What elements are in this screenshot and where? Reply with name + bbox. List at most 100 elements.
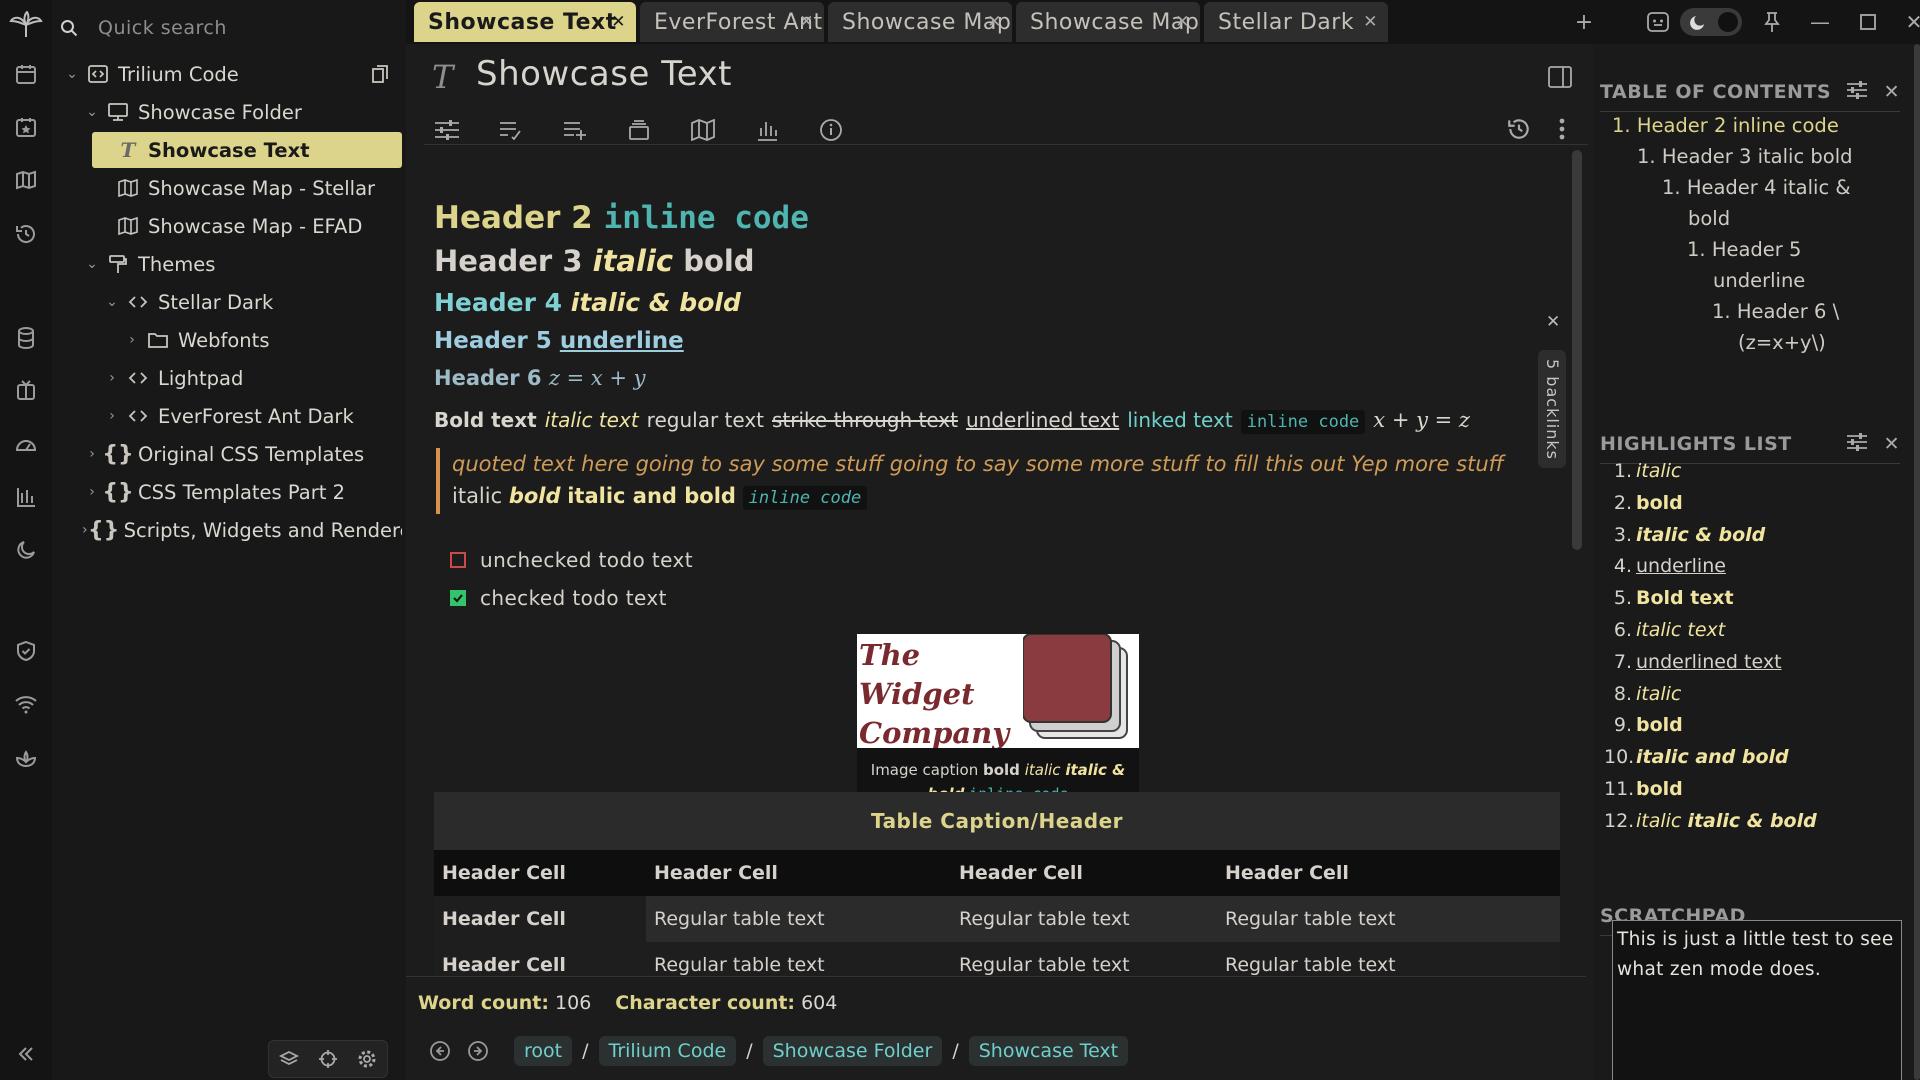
sliders-icon[interactable] <box>1846 80 1868 103</box>
chevron-down-icon[interactable]: ⌄ <box>82 104 102 120</box>
close-icon[interactable]: ✕ <box>611 12 626 32</box>
toc-item[interactable]: 1. Header 3 italic bold <box>1637 141 1853 172</box>
zen-mode-icon[interactable] <box>1642 6 1674 38</box>
tab-showcase-text[interactable]: Showcase Text ✕ <box>414 2 636 42</box>
close-icon[interactable]: ✕ <box>987 12 1002 32</box>
checkbox[interactable] <box>450 552 466 568</box>
toc-item[interactable]: 1. Header 6 \ (z=x+y\) <box>1712 296 1839 358</box>
close-icon[interactable]: ✕ <box>1884 81 1900 103</box>
image-figure[interactable]: The Widget Company Image caption bold it… <box>857 634 1139 818</box>
layers-icon[interactable] <box>278 1049 299 1069</box>
highlight-item[interactable]: 9. bold <box>1604 714 1683 736</box>
tree-item-original-css[interactable]: › {} Original CSS Templates <box>82 436 402 472</box>
note-title[interactable]: Showcase Text <box>476 54 732 94</box>
more-options-icon[interactable] <box>1558 116 1566 142</box>
history-icon[interactable] <box>12 220 40 248</box>
book-open-icon[interactable] <box>12 377 40 405</box>
tree-item-showcase-folder[interactable]: ⌄ Showcase Folder <box>82 94 402 130</box>
chevron-down-icon[interactable]: ⌄ <box>102 294 122 310</box>
scrollbar[interactable] <box>1914 44 1920 1080</box>
breadcrumb-root[interactable]: root <box>514 1036 573 1066</box>
scrollbar[interactable] <box>1572 150 1582 550</box>
tab-everforest[interactable]: EverForest Ant ✕ <box>640 2 824 42</box>
theme-toggle[interactable] <box>1678 6 1744 38</box>
note-content[interactable]: Header 2 inline code Header 3 italic bol… <box>406 146 1586 976</box>
tab-showcase-map-2[interactable]: Showcase Map ✕ <box>1016 2 1200 42</box>
chevron-right-icon[interactable]: › <box>82 446 102 462</box>
chevron-right-icon[interactable]: › <box>82 522 88 538</box>
tree-item-webfonts[interactable]: › Webfonts <box>122 322 402 358</box>
tree-item-stellar-dark[interactable]: ⌄ Stellar Dark <box>102 284 402 320</box>
tree-item-css-part-2[interactable]: › {} CSS Templates Part 2 <box>82 474 402 510</box>
window-close-icon[interactable]: ✕ <box>1898 6 1920 38</box>
lotus-icon[interactable] <box>12 744 40 772</box>
back-icon[interactable] <box>426 1037 454 1065</box>
gauge-icon[interactable] <box>12 430 40 458</box>
chevron-right-icon[interactable]: › <box>122 332 142 348</box>
backlinks-badge[interactable]: 5 backlinks <box>1538 350 1566 468</box>
highlight-item[interactable]: 11.bold <box>1604 778 1683 800</box>
chevron-right-icon[interactable]: › <box>102 408 122 424</box>
highlight-item[interactable]: 3. italic & bold <box>1604 524 1765 546</box>
tree-item-lightpad[interactable]: › Lightpad <box>102 360 402 396</box>
tab-stellar-dark[interactable]: Stellar Dark ✕ <box>1204 2 1388 42</box>
map-icon[interactable] <box>686 113 720 147</box>
chevron-right-icon[interactable]: › <box>82 484 102 500</box>
breadcrumb-showcase-folder[interactable]: Showcase Folder <box>762 1036 943 1066</box>
info-icon[interactable] <box>814 113 848 147</box>
database-icon[interactable] <box>12 324 40 352</box>
toc-item[interactable]: 1. Header 4 italic & bold <box>1662 172 1851 234</box>
highlight-item[interactable]: 1. italic <box>1604 460 1682 482</box>
map-icon[interactable] <box>12 166 40 194</box>
highlight-item[interactable]: 7. underlined text <box>1604 651 1782 673</box>
close-icon[interactable]: ✕ <box>1363 12 1378 32</box>
link[interactable]: linked text <box>1127 408 1233 432</box>
chevron-down-icon[interactable]: ⌄ <box>62 66 82 82</box>
collapse-sidebar-icon[interactable] <box>12 1040 40 1068</box>
calendar-icon[interactable] <box>12 60 40 88</box>
tree-item-trilium-code[interactable]: ⌄ Trilium Code <box>62 56 402 92</box>
breadcrumb-showcase-text[interactable]: Showcase Text <box>968 1036 1129 1066</box>
highlight-item[interactable]: 2. bold <box>1604 492 1683 514</box>
sliders-icon[interactable] <box>430 113 464 147</box>
toc-item[interactable]: 1. Header 2 inline code <box>1612 110 1839 141</box>
highlight-item[interactable]: 5. Bold text <box>1604 587 1734 609</box>
chevron-right-icon[interactable]: › <box>102 370 122 386</box>
copy-icon[interactable] <box>372 65 388 83</box>
pin-icon[interactable] <box>1756 6 1788 38</box>
chevron-down-icon[interactable]: ⌄ <box>82 256 102 272</box>
wifi-icon[interactable] <box>12 690 40 718</box>
search-placeholder[interactable]: Quick search <box>98 17 227 39</box>
crosshair-icon[interactable] <box>318 1049 338 1069</box>
scratchpad-textarea[interactable]: This is just a little test to see what z… <box>1612 920 1902 1080</box>
bar-chart-icon[interactable] <box>750 113 784 147</box>
trilium-logo-icon[interactable] <box>8 8 44 44</box>
highlight-item[interactable]: 6. italic text <box>1604 619 1725 641</box>
toggle-right-pane-icon[interactable] <box>1548 66 1572 88</box>
tab-showcase-map-1[interactable]: Showcase Map - ✕ <box>828 2 1012 42</box>
shield-icon[interactable] <box>12 637 40 665</box>
moon-icon[interactable] <box>12 536 40 564</box>
breadcrumb-trilium-code[interactable]: Trilium Code <box>598 1036 737 1066</box>
tree-item-themes[interactable]: ⌄ Themes <box>82 246 402 282</box>
highlight-item[interactable]: 10.italic and bold <box>1604 746 1789 768</box>
highlight-item[interactable]: 12.italic italic & bold <box>1604 810 1817 832</box>
checkbox-checked[interactable] <box>450 590 466 606</box>
highlight-item[interactable]: 8. italic <box>1604 683 1682 705</box>
tree-item-scripts[interactable]: › {} Scripts, Widgets and Renderers <box>82 512 402 548</box>
todo-checked[interactable]: checked todo text <box>450 586 667 610</box>
close-icon[interactable]: ✕ <box>1175 12 1190 32</box>
tree-item-showcase-text[interactable]: T Showcase Text <box>92 132 402 168</box>
tree-item-everforest[interactable]: › EverForest Ant Dark <box>102 398 402 434</box>
gear-icon[interactable] <box>357 1049 377 1069</box>
tree-item-showcase-map-stellar[interactable]: Showcase Map - Stellar <box>112 170 402 206</box>
add-list-icon[interactable] <box>558 113 592 147</box>
highlight-item[interactable]: 4. underline <box>1604 555 1726 577</box>
minimize-icon[interactable]: — <box>1804 6 1836 38</box>
history-icon[interactable] <box>1506 116 1532 142</box>
close-icon[interactable]: ✕ <box>799 12 814 32</box>
todo-unchecked[interactable]: unchecked todo text <box>450 548 693 572</box>
new-tab-icon[interactable]: + <box>1568 6 1600 38</box>
close-icon[interactable]: ✕ <box>1546 312 1560 332</box>
sliders-icon[interactable] <box>1846 432 1868 455</box>
